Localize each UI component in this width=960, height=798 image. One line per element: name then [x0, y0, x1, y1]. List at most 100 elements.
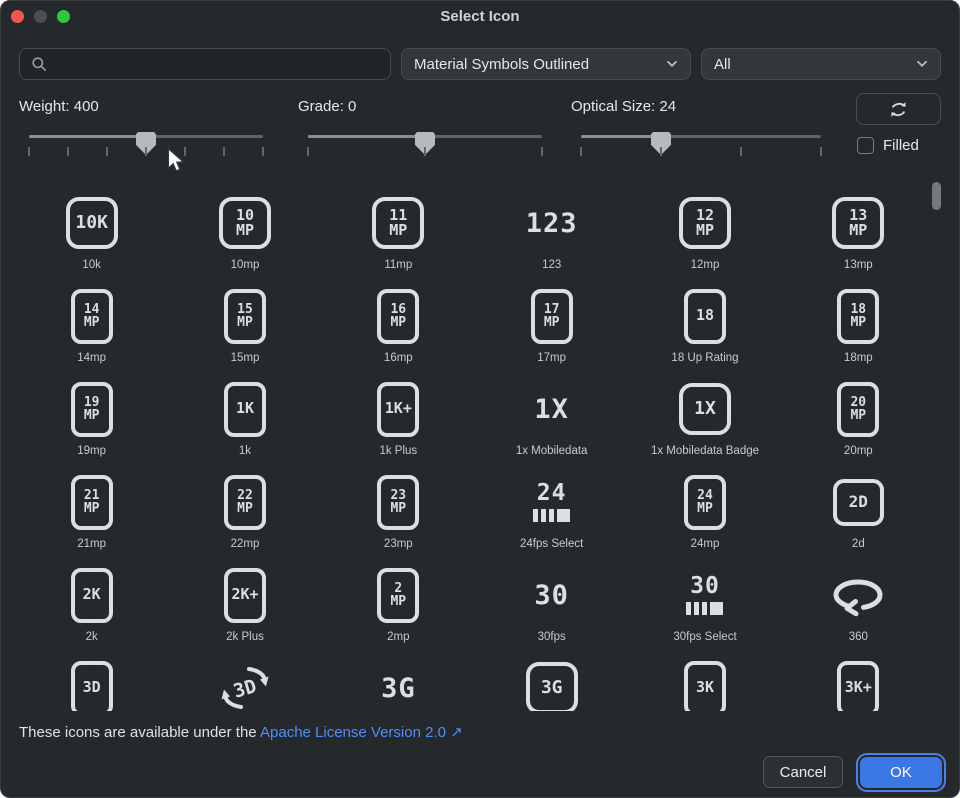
- category-value: All: [714, 56, 731, 73]
- weight-slider[interactable]: [19, 128, 273, 162]
- icon-glyph: 123: [526, 195, 578, 251]
- icon-glyph: 12MP: [679, 195, 731, 251]
- icon-glyph: 1X: [534, 381, 569, 437]
- icon-label: 23mp: [384, 538, 413, 550]
- license-text: These icons are available under the: [19, 724, 260, 741]
- icon-glyph: 14MP: [71, 288, 113, 344]
- optical-size-slider[interactable]: [571, 128, 831, 162]
- icon-glyph: 3K: [684, 660, 726, 711]
- icon-cell[interactable]: 2D2d: [782, 460, 935, 553]
- font-family-select[interactable]: Material Symbols Outlined: [401, 48, 691, 80]
- icon-cell[interactable]: 10MP10mp: [168, 181, 321, 274]
- icon-glyph: 18MP: [837, 288, 879, 344]
- slider-track[interactable]: [29, 135, 263, 138]
- icon-glyph: 2K: [71, 567, 113, 623]
- cancel-button[interactable]: Cancel: [763, 756, 843, 788]
- chevron-down-icon: [916, 60, 928, 68]
- refresh-button[interactable]: [856, 93, 941, 125]
- icon-cell[interactable]: 3030fps: [475, 553, 628, 646]
- icon-cell[interactable]: 13MP13mp: [782, 181, 935, 274]
- icon-cell[interactable]: 3K+: [782, 646, 935, 711]
- filled-label: Filled: [883, 137, 919, 154]
- icon-cell[interactable]: 123 123: [475, 181, 628, 274]
- icon-label: 2k Plus: [226, 631, 264, 643]
- icon-cell[interactable]: 2MP2mp: [322, 553, 475, 646]
- icon-glyph: 1K+: [377, 381, 419, 437]
- icon-glyph: 15MP: [224, 288, 266, 344]
- icon-label: 22mp: [231, 538, 260, 550]
- slider-ticks: [29, 145, 263, 157]
- icon-glyph: 24MP: [684, 474, 726, 530]
- weight-slider-group: Weight: 400: [19, 98, 273, 162]
- icon-cell[interactable]: 1X1x Mobiledata Badge: [628, 367, 781, 460]
- icon-glyph: 24: [533, 474, 570, 530]
- icon-cell[interactable]: 11MP11mp: [322, 181, 475, 274]
- icon-glyph: 2MP: [377, 567, 419, 623]
- filled-checkbox[interactable]: [857, 137, 874, 154]
- icon-cell[interactable]: 3G: [322, 646, 475, 711]
- icon-glyph: 1X: [679, 381, 731, 437]
- license-note: These icons are available under the Apac…: [19, 723, 463, 741]
- icon-cell[interactable]: 15MP 15mp: [168, 274, 321, 367]
- icon-glyph: 10K: [66, 195, 118, 251]
- grade-slider[interactable]: [298, 128, 552, 162]
- icon-label: 24fps Select: [520, 538, 583, 550]
- icon-cell[interactable]: 1X1x Mobiledata: [475, 367, 628, 460]
- select-icon-dialog: Select Icon Material Symbols Outlined Al…: [0, 0, 960, 798]
- icon-cell[interactable]: 3K: [628, 646, 781, 711]
- icon-cell[interactable]: 16MP16mp: [322, 274, 475, 367]
- slider-track[interactable]: [308, 135, 542, 138]
- icon-cell[interactable]: 22MP22mp: [168, 460, 321, 553]
- icon-cell[interactable]: 1K+ 1k Plus: [322, 367, 475, 460]
- icon-label: 123: [542, 259, 561, 271]
- icon-label: 21mp: [77, 538, 106, 550]
- icon-cell[interactable]: 14MP14mp: [15, 274, 168, 367]
- icon-label: 360: [849, 631, 868, 643]
- window-title: Select Icon: [1, 8, 959, 25]
- icon-cell[interactable]: 10K 10k: [15, 181, 168, 274]
- apache-license-link[interactable]: Apache License Version 2.0 ↗: [260, 724, 463, 741]
- icon-glyph: 11MP: [372, 195, 424, 251]
- icon-label: 1k Plus: [379, 445, 417, 457]
- icon-cell[interactable]: 24 24fps Select: [475, 460, 628, 553]
- icon-glyph: 30: [686, 567, 723, 623]
- icon-cell[interactable]: 2K2k: [15, 553, 168, 646]
- chevron-down-icon: [666, 60, 678, 68]
- icon-glyph: 3D: [219, 660, 271, 711]
- icon-cell[interactable]: 19MP19mp: [15, 367, 168, 460]
- ok-button[interactable]: OK: [860, 757, 942, 788]
- icon-label: 24mp: [691, 538, 720, 550]
- icon-cell[interactable]: 12MP12mp: [628, 181, 781, 274]
- icon-cell[interactable]: 30 30fps Select: [628, 553, 781, 646]
- slider-ticks: [581, 145, 821, 157]
- icon-cell[interactable]: 3D: [168, 646, 321, 711]
- icon-cell[interactable]: 24MP 24mp: [628, 460, 781, 553]
- icon-label: 15mp: [231, 352, 260, 364]
- search-field[interactable]: [19, 48, 391, 80]
- icon-cell[interactable]: 2K+2k Plus: [168, 553, 321, 646]
- search-input[interactable]: [56, 55, 379, 73]
- icon-cell[interactable]: 18MP18mp: [782, 274, 935, 367]
- category-select[interactable]: All: [701, 48, 941, 80]
- title-bar: Select Icon: [1, 1, 959, 33]
- icon-label: 10k: [82, 259, 101, 271]
- icon-cell[interactable]: 3G: [475, 646, 628, 711]
- icon-cell[interactable]: 17MP17mp: [475, 274, 628, 367]
- optical-size-slider-group: Optical Size: 24: [571, 98, 831, 162]
- icon-label: 30fps Select: [673, 631, 736, 643]
- search-icon: [31, 56, 47, 72]
- icon-label: 13mp: [844, 259, 873, 271]
- icon-cell[interactable]: 360: [782, 553, 935, 646]
- icon-cell[interactable]: 21MP21mp: [15, 460, 168, 553]
- scrollbar-thumb[interactable]: [932, 182, 941, 210]
- svg-text:3D: 3D: [231, 675, 259, 702]
- icon-label: 18 Up Rating: [671, 352, 738, 364]
- optical-size-label: Optical Size: 24: [571, 98, 831, 115]
- slider-track[interactable]: [581, 135, 821, 138]
- icon-cell[interactable]: 3D: [15, 646, 168, 711]
- icon-cell[interactable]: 1818 Up Rating: [628, 274, 781, 367]
- icon-cell[interactable]: 20MP20mp: [782, 367, 935, 460]
- icon-cell[interactable]: 23MP23mp: [322, 460, 475, 553]
- icon-glyph: 3G: [381, 660, 416, 711]
- icon-cell[interactable]: 1K1k: [168, 367, 321, 460]
